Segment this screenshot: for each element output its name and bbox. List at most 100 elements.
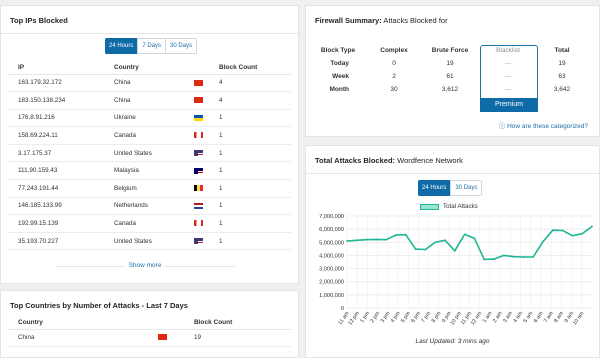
x-tick-label: 10 am (572, 310, 586, 326)
table-header-row: Country Block Count (8, 316, 291, 330)
data-point (502, 254, 505, 257)
data-point (346, 240, 348, 242)
x-tick-label: 4 pm (390, 310, 402, 324)
column-header-ip: IP (8, 61, 104, 75)
flag-cell (184, 197, 209, 216)
total-cell: 19 (558, 60, 566, 67)
table-row: Month 30 3,612 — 3,642 (309, 83, 587, 96)
firewall-summary-title: Firewall Summary: Attacks Blocked for (315, 16, 448, 25)
legend-label: Total Attacks (443, 203, 478, 210)
tab-24-hours[interactable]: 24 Hours (418, 180, 452, 196)
cn-flag-icon (158, 334, 167, 341)
country-cell: Netherlands (104, 197, 184, 216)
data-point (404, 233, 407, 236)
tab-30-days[interactable]: 30 Days (450, 180, 483, 196)
brute-force-cell: 3,612 (441, 86, 459, 93)
country-cell: Belgium (104, 179, 184, 198)
flag-cell (184, 161, 209, 181)
y-tick-label: 5,000,000 (319, 240, 344, 246)
data-point (581, 232, 584, 235)
table-row: 176.8.91.216 Ukraine 1 (8, 109, 291, 128)
country-cell: Malaysia (104, 161, 184, 181)
total-attacks-title: Total Attacks Blocked: Wordfence Network (306, 146, 599, 174)
table-header-row: Block Type Complex Brute Force Blacklist… (309, 44, 587, 57)
show-more-link[interactable]: Show more (55, 262, 235, 269)
last-updated: Last Updated: 3 mins ago (415, 338, 490, 345)
categorized-help-label[interactable]: How are these categorized? (507, 123, 588, 130)
table-row: 111.90.159.43 Malaysia 1 (8, 161, 291, 181)
be-flag-icon (194, 185, 203, 192)
flag-cell (184, 232, 209, 251)
total-attacks-range-tabs: 24 Hours 30 Days (418, 180, 483, 196)
x-tick-label: 1 am (482, 310, 494, 324)
data-point (385, 238, 388, 241)
x-tick-label: 3 pm (380, 310, 392, 324)
column-header-complex: Complex (380, 47, 408, 54)
y-tick-label: 4,000,000 (319, 253, 344, 259)
table-row: Today 0 19 — 19 (309, 57, 587, 70)
data-point (483, 258, 486, 261)
column-header-flag (148, 316, 184, 330)
x-tick-label: 2 am (492, 310, 504, 324)
show-more-label[interactable]: Show more (124, 262, 166, 269)
block-count-cell: 1 (209, 197, 291, 216)
categorized-help-link[interactable]: ⓘ How are these categorized? (499, 120, 588, 130)
my-flag-icon (194, 167, 203, 174)
data-point (355, 239, 358, 242)
country-cell: Canada (104, 126, 184, 145)
table-row: China 19 (8, 329, 291, 347)
block-count-cell: 1 (209, 214, 291, 233)
data-point (551, 229, 554, 232)
flag-cell (184, 126, 209, 145)
block-count-cell: 1 (209, 109, 291, 128)
column-header-blacklist: Blacklist (496, 47, 520, 54)
country-cell: Canada (104, 214, 184, 233)
x-tick-label: 6 am (533, 310, 545, 324)
data-point (453, 249, 456, 252)
y-tick-label: 2,000,000 (319, 280, 344, 286)
premium-button[interactable]: Premium (480, 98, 538, 112)
ip-cell: 163.179.32.172 (8, 74, 104, 93)
nl-flag-icon (194, 202, 203, 209)
cn-flag-icon (194, 97, 203, 104)
country-cell: China (104, 74, 184, 93)
blacklist-cell: — (504, 86, 512, 93)
x-tick-label: 4 am (512, 310, 524, 324)
block-type-cell: Week (332, 73, 349, 80)
ip-cell: 35.193.70.227 (8, 232, 104, 251)
complex-cell: 2 (392, 73, 396, 80)
block-count-cell: 1 (209, 179, 291, 198)
data-point (571, 234, 574, 237)
firewall-summary-table: Block Type Complex Brute Force Blacklist… (309, 44, 587, 96)
total-cell: 63 (558, 73, 566, 80)
complex-cell: 0 (392, 60, 396, 67)
tab-30-days[interactable]: 30 Days (165, 38, 198, 54)
y-tick-label: 0 (341, 306, 344, 312)
country-cell: United States (104, 144, 184, 163)
column-header-block-type: Block Type (320, 47, 356, 54)
data-point (463, 233, 466, 236)
x-tick-label: 6 pm (410, 310, 422, 324)
tab-7-days[interactable]: 7 Days (137, 38, 167, 54)
ip-cell: 176.8.91.216 (8, 109, 104, 128)
country-cell: United States (104, 232, 184, 251)
blacklist-cell: — (504, 73, 512, 80)
table-row: 183.150.138.234 China 4 (8, 91, 291, 110)
block-count-cell: 1 (209, 161, 291, 181)
x-tick-label: 12 pm (347, 310, 361, 326)
tab-24-hours[interactable]: 24 Hours (105, 38, 139, 54)
top-ips-range-tabs: 24 Hours 7 Days 30 Days (105, 38, 198, 54)
block-count-cell: 1 (209, 144, 291, 163)
data-point (591, 225, 593, 228)
data-point (434, 241, 437, 244)
table-row: 192.99.15.139 Canada 1 (8, 214, 291, 233)
column-header-flag (184, 61, 209, 75)
table-row: 163.179.32.172 China 4 (8, 74, 291, 93)
data-point (365, 238, 368, 241)
x-tick-label: 5 am (523, 310, 535, 324)
column-header-block-count: Block Count (184, 316, 291, 330)
x-tick-label: 7 am (543, 310, 555, 324)
blacklist-cell: — (504, 60, 512, 67)
ip-cell: 77.243.191.44 (8, 179, 104, 198)
ua-flag-icon (194, 114, 203, 121)
